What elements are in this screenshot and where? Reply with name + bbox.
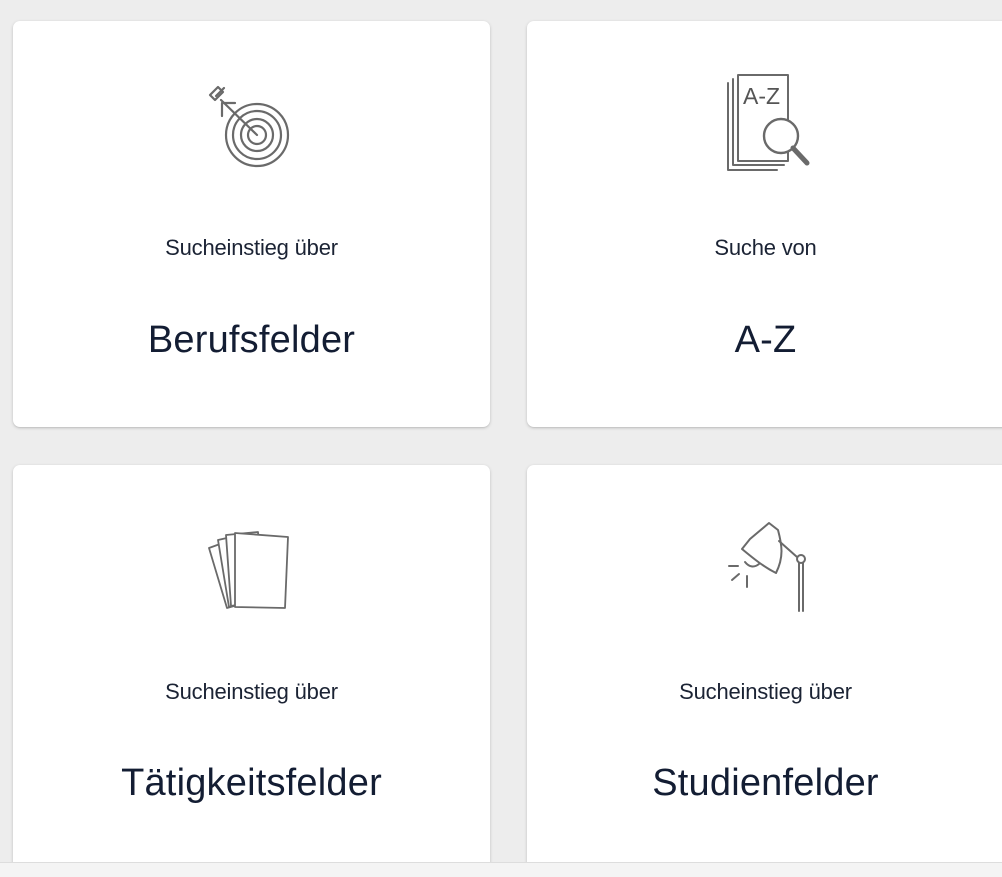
card-subtitle: Sucheinstieg über [679,679,852,704]
card-berufsfelder[interactable]: Sucheinstieg über Berufsfelder [13,21,490,427]
card-title: Studienfelder [652,762,879,804]
bottom-divider [0,862,1002,877]
card-title: A-Z [734,319,797,361]
svg-text:A-Z: A-Z [743,83,780,109]
target-dart-icon [13,73,490,173]
card-stack-icon [13,515,490,615]
card-title: Tätigkeitsfelder [121,762,382,804]
card-taetigkeitsfelder[interactable]: Sucheinstieg über Tätigkeitsfelder [13,465,490,877]
a-z-search-icon: A-Z [527,73,1002,173]
card-studienfelder[interactable]: Sucheinstieg über Studienfelder [527,465,1002,877]
card-subtitle: Sucheinstieg über [165,679,338,704]
card-subtitle: Suche von [714,235,817,260]
desk-lamp-icon [527,515,1002,615]
card-a-z[interactable]: A-Z Suche von A-Z [527,21,1002,427]
search-entry-grid: Sucheinstieg über Berufsfelder A-Z Suche… [0,0,1002,877]
card-subtitle: Sucheinstieg über [165,235,338,260]
card-title: Berufsfelder [147,319,356,361]
